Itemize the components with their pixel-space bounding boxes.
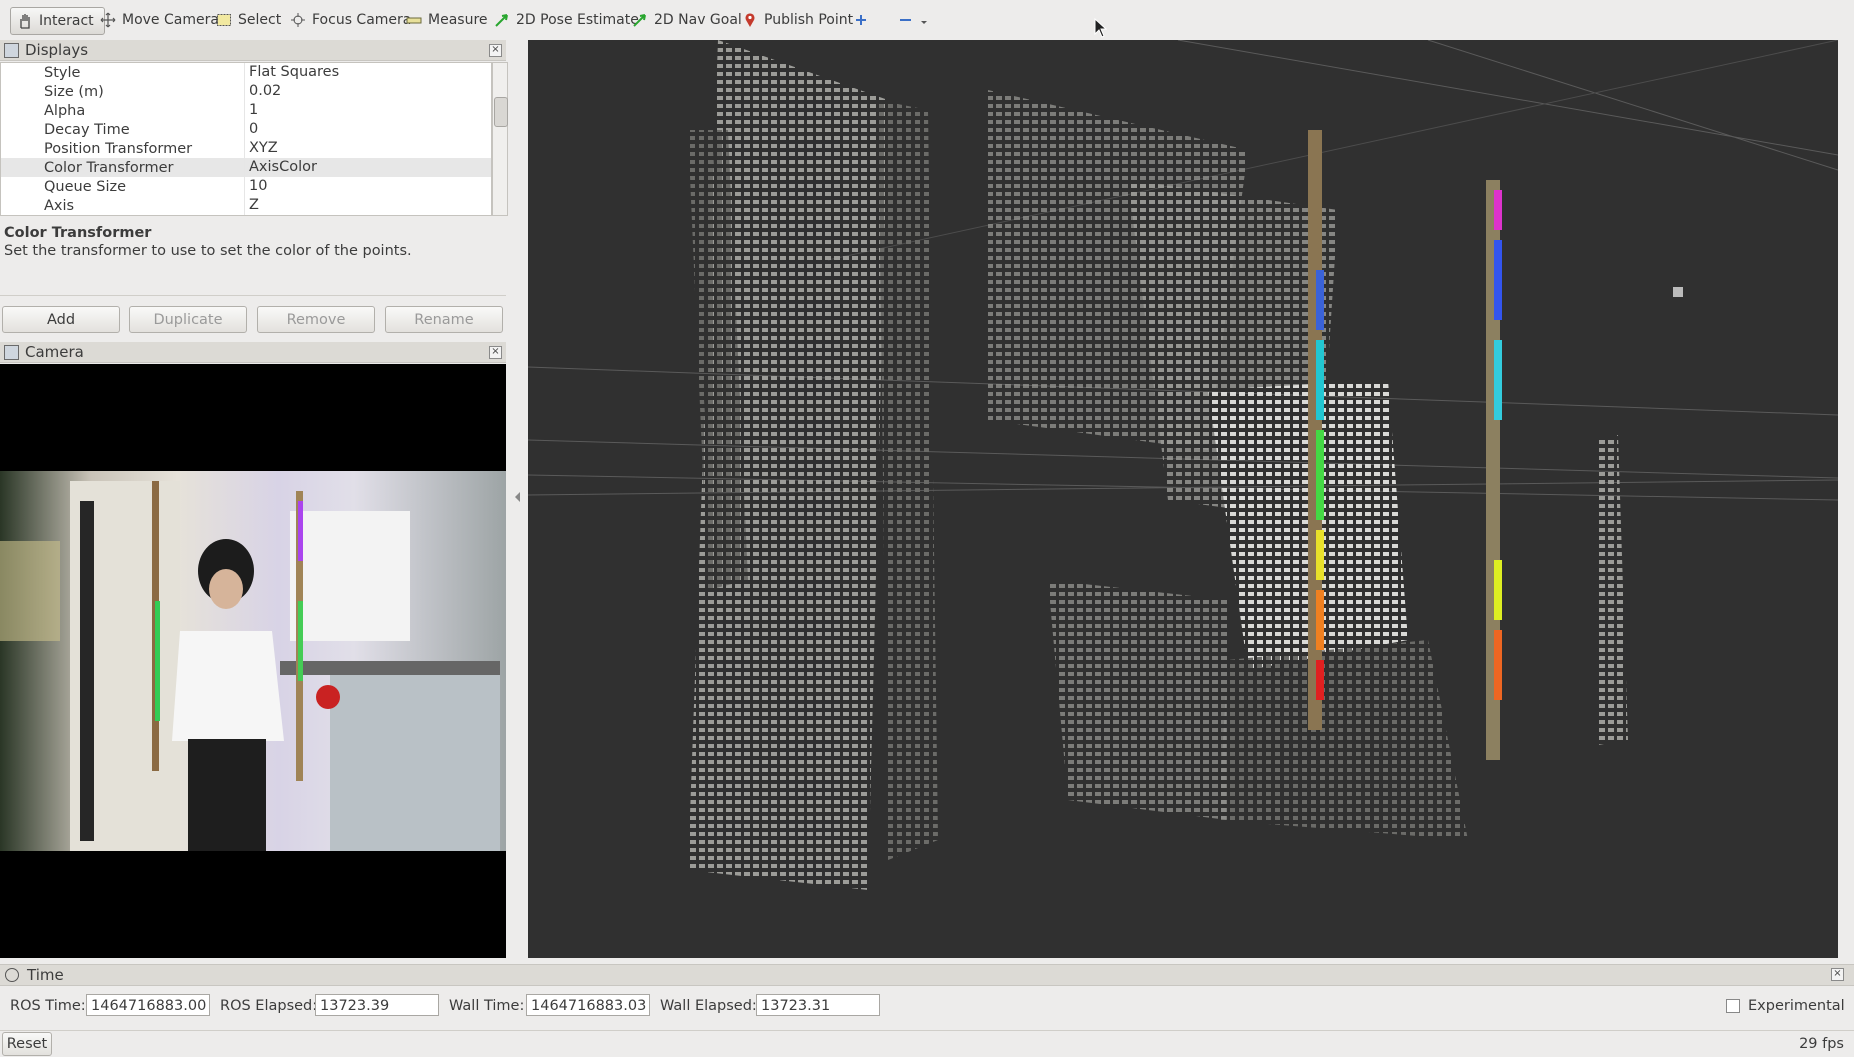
property-row[interactable]: Axis Z bbox=[1, 196, 491, 215]
time-row: ROS Time: 1464716883.00 ROS Elapsed: 137… bbox=[0, 992, 1854, 1020]
property-scrollbar[interactable] bbox=[492, 62, 508, 216]
ros-time-field[interactable]: 1464716883.00 bbox=[86, 994, 210, 1016]
hand-icon bbox=[17, 13, 33, 29]
focus-camera-tool-button[interactable]: Focus Camera bbox=[290, 7, 411, 33]
green-arrow-icon bbox=[494, 12, 510, 28]
publish-point-label: Publish Point bbox=[764, 12, 854, 28]
add-tool-button[interactable] bbox=[853, 7, 869, 33]
ros-time-label: ROS Time: bbox=[10, 998, 86, 1014]
experimental-label: Experimental bbox=[1748, 998, 1845, 1014]
property-value[interactable]: Flat Squares bbox=[244, 63, 339, 82]
plus-icon bbox=[853, 12, 869, 28]
toolbar: Interact Move Camera Select Focus Camera… bbox=[0, 0, 1854, 40]
map-pin-icon bbox=[742, 12, 758, 28]
camera-scene-illustration bbox=[0, 481, 500, 851]
measure-label: Measure bbox=[428, 12, 488, 28]
move-camera-tool-button[interactable]: Move Camera bbox=[100, 7, 219, 33]
property-key: Decay Time bbox=[44, 121, 130, 138]
property-row[interactable]: Queue Size 10 bbox=[1, 177, 491, 196]
property-row[interactable]: Alpha 1 bbox=[1, 101, 491, 120]
duplicate-button[interactable]: Duplicate bbox=[129, 306, 247, 333]
property-row-selected[interactable]: Color Transformer AxisColor bbox=[1, 158, 491, 177]
green-arrow-icon bbox=[632, 12, 648, 28]
camera-panel-header: Camera × bbox=[0, 342, 506, 363]
reset-button[interactable]: Reset bbox=[2, 1032, 52, 1056]
camera-image bbox=[0, 471, 506, 851]
property-key: Style bbox=[44, 64, 81, 81]
displays-panel-title: Displays bbox=[25, 41, 89, 59]
panel-splitter[interactable] bbox=[508, 40, 528, 958]
render-3d-view[interactable] bbox=[528, 40, 1838, 958]
property-value[interactable]: 10 bbox=[244, 177, 267, 196]
select-tool-button[interactable]: Select bbox=[216, 7, 281, 33]
property-tree[interactable]: Style Flat Squares Size (m) 0.02 Alpha 1 De… bbox=[0, 62, 492, 216]
wall-elapsed-field[interactable]: 13723.31 bbox=[756, 994, 880, 1016]
camera-view[interactable] bbox=[0, 364, 506, 958]
description-text: Set the transformer to use to set the co… bbox=[4, 243, 412, 259]
point-cloud-illustration bbox=[528, 40, 1838, 890]
property-key: Size (m) bbox=[44, 83, 104, 100]
minus-icon bbox=[898, 12, 914, 28]
ruler-icon bbox=[406, 12, 422, 28]
remove-button[interactable]: Remove bbox=[257, 306, 375, 333]
scrollbar-thumb[interactable] bbox=[494, 97, 508, 127]
pose-estimate-label: 2D Pose Estimate bbox=[516, 12, 639, 28]
property-row[interactable]: Size (m) 0.02 bbox=[1, 82, 491, 101]
status-bar: Reset 29 fps bbox=[0, 1030, 1854, 1057]
property-value[interactable]: 0 bbox=[244, 120, 258, 139]
select-label: Select bbox=[238, 12, 282, 28]
displays-panel-header: Displays × bbox=[0, 40, 506, 61]
publish-point-tool-button[interactable]: Publish Point bbox=[742, 7, 853, 33]
measure-tool-button[interactable]: Measure bbox=[406, 7, 488, 33]
rename-button[interactable]: Rename bbox=[385, 306, 503, 333]
experimental-checkbox[interactable] bbox=[1726, 999, 1740, 1013]
interact-tool-button[interactable]: Interact bbox=[10, 7, 105, 35]
property-value[interactable]: 1 bbox=[244, 101, 258, 120]
wall-time-label: Wall Time: bbox=[449, 998, 525, 1014]
wall-time-field[interactable]: 1464716883.03 bbox=[526, 994, 650, 1016]
ros-elapsed-field[interactable]: 13723.39 bbox=[315, 994, 439, 1016]
property-key: Alpha bbox=[44, 102, 86, 119]
property-description: Color Transformer Set the transformer to… bbox=[0, 223, 506, 296]
wall-elapsed-label: Wall Elapsed: bbox=[660, 998, 757, 1014]
clock-icon bbox=[5, 968, 19, 982]
property-value[interactable]: Z bbox=[244, 196, 259, 215]
property-row[interactable]: Style Flat Squares bbox=[1, 63, 491, 82]
add-button[interactable]: Add bbox=[2, 306, 120, 333]
property-key: Color Transformer bbox=[44, 159, 174, 176]
property-value[interactable]: 0.02 bbox=[244, 82, 281, 101]
move-camera-icon bbox=[100, 12, 116, 28]
move-camera-label: Move Camera bbox=[122, 12, 219, 28]
interact-label: Interact bbox=[39, 13, 94, 29]
select-icon bbox=[216, 12, 232, 28]
pose-estimate-tool-button[interactable]: 2D Pose Estimate bbox=[494, 7, 639, 33]
ros-elapsed-label: ROS Elapsed: bbox=[220, 998, 318, 1014]
time-panel-header: Time × bbox=[0, 964, 1854, 986]
displays-close-icon[interactable]: × bbox=[489, 44, 502, 57]
camera-panel-title: Camera bbox=[25, 343, 84, 361]
displays-panel-icon bbox=[4, 42, 19, 58]
property-key: Position Transformer bbox=[44, 140, 193, 157]
focus-camera-icon bbox=[290, 12, 306, 28]
property-row[interactable]: Decay Time 0 bbox=[1, 120, 491, 139]
chevron-down-icon bbox=[920, 12, 928, 28]
property-value[interactable]: AxisColor bbox=[244, 158, 317, 177]
description-title: Color Transformer bbox=[4, 225, 152, 241]
nav-goal-tool-button[interactable]: 2D Nav Goal bbox=[632, 7, 742, 33]
camera-close-icon[interactable]: × bbox=[489, 346, 502, 359]
time-panel-title: Time bbox=[27, 966, 64, 984]
property-key: Axis bbox=[44, 197, 75, 214]
nav-goal-label: 2D Nav Goal bbox=[654, 12, 742, 28]
remove-tool-dropdown[interactable] bbox=[898, 7, 928, 33]
mouse-cursor-icon bbox=[1094, 17, 1108, 42]
fps-readout: 29 fps bbox=[1799, 1036, 1844, 1052]
camera-panel-icon bbox=[4, 344, 19, 360]
focus-camera-label: Focus Camera bbox=[312, 12, 412, 28]
property-row[interactable]: Position Transformer XYZ bbox=[1, 139, 491, 158]
property-key: Queue Size bbox=[44, 178, 127, 195]
time-close-icon[interactable]: × bbox=[1831, 968, 1844, 981]
property-value[interactable]: XYZ bbox=[244, 139, 278, 158]
